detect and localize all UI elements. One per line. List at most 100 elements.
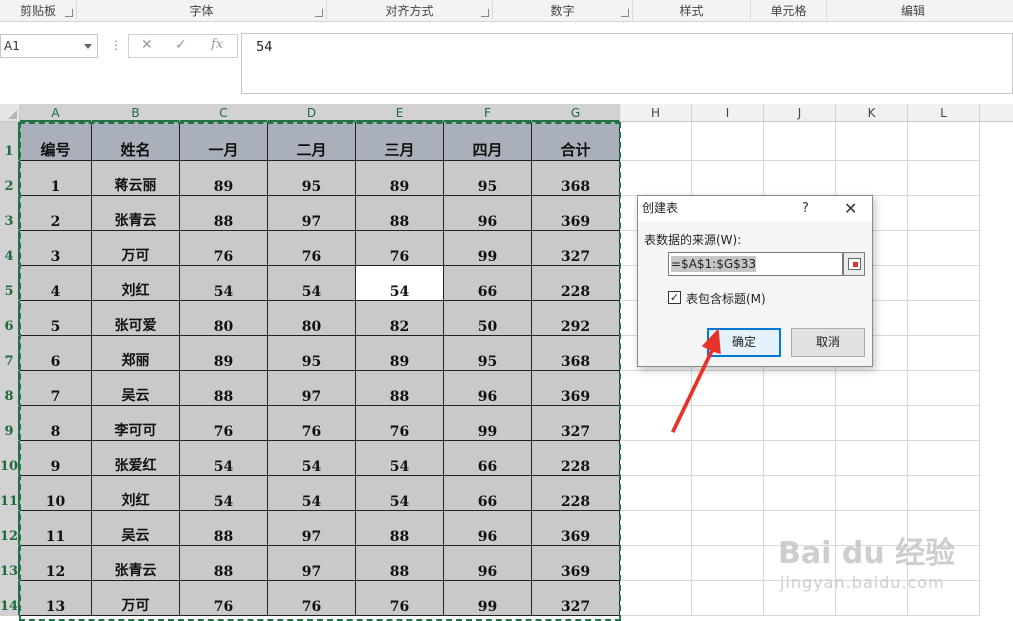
cell-l9[interactable] [908,406,980,441]
close-icon[interactable]: ✕ [844,196,857,221]
cell-l8[interactable] [908,371,980,406]
cell-d14[interactable]: 76 [268,581,356,616]
cell-g10[interactable]: 228 [532,441,620,476]
cell-d12[interactable]: 97 [268,511,356,546]
cell-g5[interactable]: 228 [532,266,620,301]
cell-h14[interactable] [620,581,692,616]
cell-k8[interactable] [836,371,908,406]
cell-b6[interactable]: 张可爱 [92,301,180,336]
cell-b3[interactable]: 张青云 [92,196,180,231]
cell-e9[interactable]: 76 [356,406,444,441]
cell-d9[interactable]: 76 [268,406,356,441]
cell-k11[interactable] [836,476,908,511]
cell-e13[interactable]: 88 [356,546,444,581]
cell-a13[interactable]: 12 [20,546,92,581]
cell-e10[interactable]: 54 [356,441,444,476]
cell-j9[interactable] [764,406,836,441]
ok-button[interactable]: 确定 [707,328,781,357]
dialog-launcher-icon[interactable] [315,9,323,17]
select-all-button[interactable] [0,104,20,122]
cell-l3[interactable] [908,196,980,231]
row-header-1[interactable]: 1 [0,122,20,161]
cell-g4[interactable]: 327 [532,231,620,266]
cell-a9[interactable]: 8 [20,406,92,441]
cell-i11[interactable] [692,476,764,511]
cell-f5[interactable]: 66 [444,266,532,301]
cell-f10[interactable]: 66 [444,441,532,476]
cell-h8[interactable] [620,371,692,406]
cell-d11[interactable]: 54 [268,476,356,511]
cell-h1[interactable] [620,122,692,161]
cell-j8[interactable] [764,371,836,406]
cell-f13[interactable]: 96 [444,546,532,581]
cell-h9[interactable] [620,406,692,441]
cell-f3[interactable]: 96 [444,196,532,231]
cell-a12[interactable]: 11 [20,511,92,546]
cell-c4[interactable]: 76 [180,231,268,266]
row-header-12[interactable]: 12 [0,511,20,546]
cell-e1[interactable]: 三月 [356,122,444,161]
cell-a7[interactable]: 6 [20,336,92,371]
dialog-launcher-icon[interactable] [481,9,489,17]
cell-e6[interactable]: 82 [356,301,444,336]
cell-d8[interactable]: 97 [268,371,356,406]
cell-c8[interactable]: 88 [180,371,268,406]
cell-c10[interactable]: 54 [180,441,268,476]
enter-icon[interactable]: ✓ [175,37,187,53]
cell-l7[interactable] [908,336,980,371]
ribbon-group-styles[interactable]: 样式 [633,0,751,22]
column-header-e[interactable]: E [356,104,444,122]
column-header-h[interactable]: H [620,104,692,122]
cell-d3[interactable]: 97 [268,196,356,231]
cell-a10[interactable]: 9 [20,441,92,476]
cell-a14[interactable]: 13 [20,581,92,616]
cell-d5[interactable]: 54 [268,266,356,301]
help-icon[interactable]: ? [802,196,809,221]
cell-c2[interactable]: 89 [180,161,268,196]
ribbon-group-clipboard[interactable]: 剪贴板 [0,0,77,22]
cell-g14[interactable]: 327 [532,581,620,616]
cell-a5[interactable]: 4 [20,266,92,301]
cell-l4[interactable] [908,231,980,266]
cell-g6[interactable]: 292 [532,301,620,336]
cell-h12[interactable] [620,511,692,546]
ribbon-group-number[interactable]: 数字 [493,0,633,22]
cell-a6[interactable]: 5 [20,301,92,336]
cell-c13[interactable]: 88 [180,546,268,581]
cell-j1[interactable] [764,122,836,161]
column-header-g[interactable]: G [532,104,620,122]
cell-j11[interactable] [764,476,836,511]
column-header-l[interactable]: L [908,104,980,122]
row-header-10[interactable]: 10 [0,441,20,476]
cell-a1[interactable]: 编号 [20,122,92,161]
cell-g9[interactable]: 327 [532,406,620,441]
cell-b2[interactable]: 蒋云丽 [92,161,180,196]
cell-c1[interactable]: 一月 [180,122,268,161]
cell-f14[interactable]: 99 [444,581,532,616]
row-header-8[interactable]: 8 [0,371,20,406]
cell-f2[interactable]: 95 [444,161,532,196]
cell-g12[interactable]: 369 [532,511,620,546]
cell-b11[interactable]: 刘红 [92,476,180,511]
cell-c5[interactable]: 54 [180,266,268,301]
column-header-c[interactable]: C [180,104,268,122]
cell-g8[interactable]: 369 [532,371,620,406]
formula-input[interactable]: 54 [241,33,1013,94]
row-header-13[interactable]: 13 [0,546,20,581]
cell-k1[interactable] [836,122,908,161]
cell-g1[interactable]: 合计 [532,122,620,161]
row-header-14[interactable]: 14 [0,581,20,616]
cell-d2[interactable]: 95 [268,161,356,196]
has-headers-label[interactable]: 表包含标题(M) [686,290,766,307]
ribbon-group-font[interactable]: 字体 [77,0,327,22]
cell-a4[interactable]: 3 [20,231,92,266]
dialog-launcher-icon[interactable] [65,9,73,17]
cell-i9[interactable] [692,406,764,441]
column-header-i[interactable]: I [692,104,764,122]
cell-k10[interactable] [836,441,908,476]
cell-e8[interactable]: 88 [356,371,444,406]
cell-b13[interactable]: 张青云 [92,546,180,581]
cell-d1[interactable]: 二月 [268,122,356,161]
has-headers-checkbox[interactable]: ✓ [668,291,681,304]
ribbon-group-cells[interactable]: 单元格 [751,0,827,22]
